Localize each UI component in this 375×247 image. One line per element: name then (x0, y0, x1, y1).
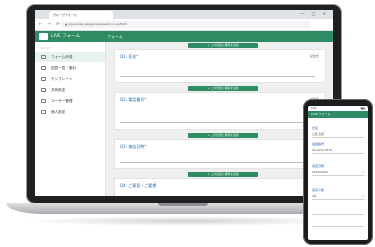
template-icon (41, 77, 46, 81)
question-card[interactable]: Q4. ご意見・ご要望 段落 (114, 178, 326, 196)
app-title: LIVE フォーム (51, 34, 81, 39)
question-title: Q2. 電話番号* (120, 97, 147, 102)
phone-field-value[interactable]: 山田 太郎 (312, 132, 324, 136)
sidebar-item-settings[interactable]: 個人設定 (35, 107, 105, 117)
phone-app-title: LIVE フォーム (311, 112, 331, 116)
add-question-button[interactable]: + この位置に質問を追加 (188, 43, 258, 48)
question-type: 記述式 (309, 54, 319, 58)
sidebar-item-form-create[interactable]: フォーム作成 (35, 52, 105, 62)
user-icon (41, 99, 46, 103)
browser-tab[interactable]: グループフォーム (49, 11, 113, 19)
answer-line (120, 122, 315, 123)
laptop-notch (158, 203, 208, 206)
question-title: Q3. 来店日時* (120, 144, 147, 149)
browser-tabbar: グループフォーム — □ ✕ (35, 10, 333, 19)
answer-line (120, 162, 315, 163)
device-shadow (22, 216, 348, 226)
phone-screen: 9:41 ▮▮▮ LIVE フォーム 氏名 山田 太郎 電話番号 03-1234… (308, 106, 368, 240)
address-bar: ← → ⟳ ▲ wg-survey-app.groupsession.co.jp… (35, 19, 333, 31)
app-logo (39, 33, 48, 40)
phone-field-line (312, 137, 364, 138)
url-field[interactable]: ▲ wg-survey-app.groupsession.co.jp/form (61, 21, 311, 28)
phone-app-header: LIVE フォーム (308, 111, 368, 118)
form-editor: + この位置に質問を追加 Q1. 氏名* 記述式 + ❐ ✕ + この位置に質問… (106, 42, 333, 196)
phone-field-label: 来店日時 (312, 164, 325, 168)
sidebar-item-label: 回答一覧・集計 (51, 66, 77, 70)
sidebar-item-label: フォーム作成 (51, 55, 73, 59)
add-question-button[interactable]: + この位置に質問を追加 (188, 86, 258, 91)
window-controls[interactable]: — □ ✕ (300, 11, 329, 16)
add-question-button[interactable]: + この位置に質問を追加 (188, 133, 258, 138)
sidebar-heading: メニュー (40, 46, 53, 50)
phone-field-value[interactable]: 2023/04/01 (312, 170, 328, 174)
sidebar: メニュー フォーム作成 回答一覧・集計 テンプレート 共有設定 ユーザー管理 個… (35, 42, 106, 196)
sidebar-item-responses[interactable]: 回答一覧・集計 (35, 63, 105, 73)
question-card[interactable]: Q1. 氏名* 記述式 (114, 49, 326, 83)
header-tab[interactable]: フォーム (107, 33, 123, 40)
phone-field-line (312, 153, 364, 154)
phone-field-line (312, 214, 364, 215)
sidebar-item-templates[interactable]: テンプレート (35, 74, 105, 84)
phone-field-value[interactable]: 03-1234-5678 (312, 148, 332, 152)
chevron-down-icon[interactable]: ▾ (362, 170, 364, 174)
phone-field-value[interactable]: 2名 (312, 194, 317, 198)
phone-field-label: 氏名 (312, 126, 319, 130)
browser-nav-icons[interactable]: ← → ⟳ (39, 21, 62, 26)
gear-icon (41, 110, 46, 114)
phone-field-label: 来店人数 (312, 188, 325, 192)
list-icon (41, 66, 46, 70)
add-question-button[interactable]: + この位置に質問を追加 (188, 172, 258, 177)
sidebar-item-sharing[interactable]: 共有設定 (35, 85, 105, 95)
sidebar-item-label: 共有設定 (51, 88, 66, 92)
form-icon (41, 55, 46, 59)
phone-field-label: 電話番号 (312, 142, 325, 146)
phone-field-line (312, 226, 364, 227)
share-icon (41, 88, 46, 92)
phone-field-line (312, 199, 364, 200)
phone-field-line (312, 175, 364, 176)
sidebar-item-label: テンプレート (51, 77, 73, 81)
app-header: LIVE フォーム フォーム (35, 31, 333, 42)
sidebar-item-label: 個人設定 (51, 110, 66, 114)
question-card[interactable]: Q3. 来店日時* 日付 (114, 139, 326, 169)
sidebar-item-users[interactable]: ユーザー管理 (35, 96, 105, 106)
sidebar-item-label: ユーザー管理 (51, 99, 73, 103)
laptop-screen: グループフォーム — □ ✕ ← → ⟳ ▲ wg-survey-app.gro… (35, 10, 333, 196)
question-title: Q4. ご意見・ご要望 (120, 183, 157, 188)
chevron-down-icon[interactable]: ▾ (362, 194, 364, 198)
question-card[interactable]: Q2. 電話番号* 記述式 (114, 92, 326, 130)
answer-line (120, 76, 315, 77)
question-title: Q1. 氏名* (120, 54, 139, 59)
